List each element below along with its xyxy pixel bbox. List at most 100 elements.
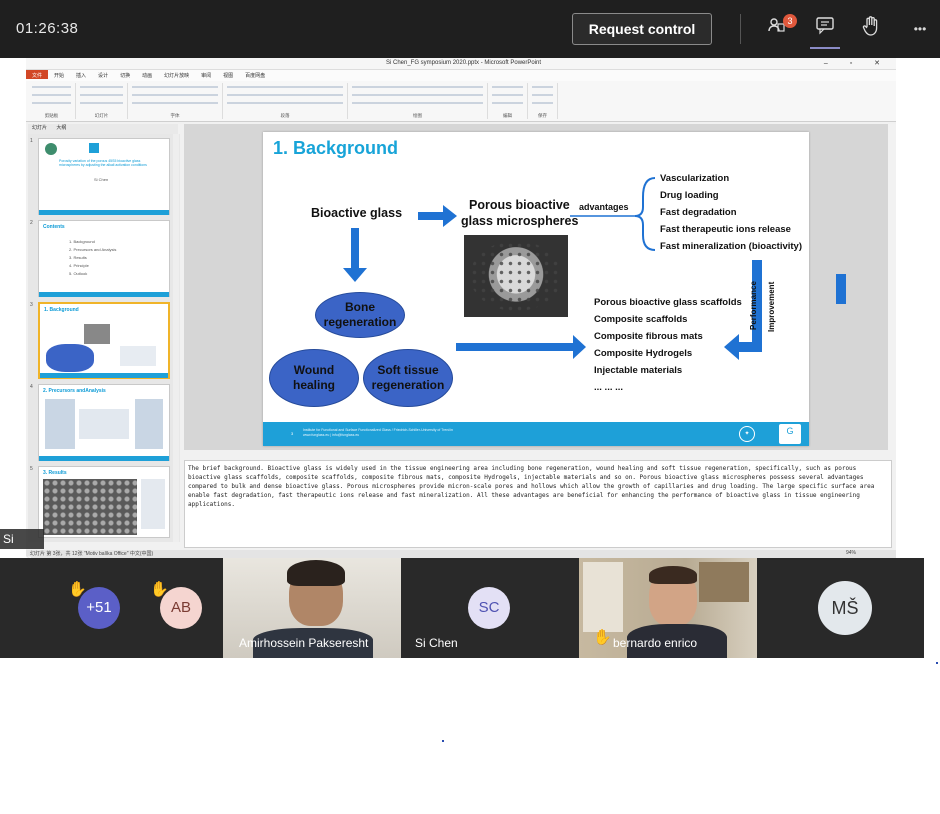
tab-design[interactable]: 设计: [92, 70, 114, 79]
window-controls: – ▫ ✕: [823, 60, 890, 67]
ribbon-group-editing[interactable]: 编辑: [488, 83, 528, 119]
tab-home[interactable]: 开始: [48, 70, 70, 79]
participant-avatar-sc[interactable]: SC: [468, 587, 510, 629]
chat-active-indicator: [810, 47, 840, 49]
tab-baidu[interactable]: 百度网盘: [239, 70, 271, 79]
request-control-button[interactable]: Request control: [572, 13, 712, 45]
speaker-notes[interactable]: The brief background. Bioactive glass is…: [184, 460, 892, 548]
application-item: Composite fibrous mats: [594, 331, 703, 342]
tab-animations[interactable]: 动画: [136, 70, 158, 79]
slide-canvas[interactable]: 1. Background Bioactive glass Porous bio…: [263, 132, 809, 446]
thumb-title: Porosity variation of the porous 45S5 bi…: [59, 159, 147, 167]
more-options-icon[interactable]: •••: [902, 15, 938, 43]
thumb-number: 4: [30, 384, 33, 390]
chat-icon[interactable]: [811, 15, 839, 43]
shared-screen: Si Chen_FG symposium 2020.pptx - Microso…: [26, 58, 896, 558]
thumb-title: Contents: [43, 224, 65, 230]
ribbon-group-drawing[interactable]: 绘图: [348, 83, 488, 119]
ribbon-group-font[interactable]: 字体: [128, 83, 223, 119]
application-item: ... ... ...: [594, 382, 624, 393]
offslide-shape[interactable]: [836, 274, 846, 304]
arrow-right-1: [418, 205, 457, 227]
thumb-item: 3. Results: [69, 255, 87, 260]
slide-thumbnail[interactable]: Contents 1. Background 2. Precursors and…: [38, 220, 170, 297]
raise-hand-icon[interactable]: [857, 15, 885, 43]
video-tile-bernardo[interactable]: ✋ bernardo enrico: [579, 558, 757, 658]
slide-thumbnail-selected[interactable]: 1. Background: [38, 302, 170, 379]
thumb-author: Si Chen: [94, 177, 109, 182]
wound-healing-ellipse: Wound healing: [269, 349, 359, 407]
footer-line2: www.funglass.eu | info@funglass.eu: [303, 433, 360, 437]
stray-dot: [936, 662, 938, 664]
raised-hand-icon: ✋: [593, 629, 612, 646]
outline-tabs: 幻灯片 大纲: [28, 124, 178, 134]
improvement-label: Improvement: [767, 281, 776, 332]
slide-thumbnail[interactable]: 2. Precursors andAnalysis: [38, 384, 170, 461]
participant-avatar-ab[interactable]: AB: [160, 587, 202, 629]
slide-thumbnails-pane: 1 Porosity variation of the porous 45S5 …: [28, 134, 180, 542]
slide-page-number: 3: [291, 431, 294, 436]
meeting-timer: 01:26:38: [16, 20, 79, 37]
thumb-number: 2: [30, 220, 33, 226]
participant-avatar-ms[interactable]: MŠ: [818, 581, 872, 635]
ribbon-group-save[interactable]: 保存: [528, 83, 558, 119]
ppt-window-title: Si Chen_FG symposium 2020.pptx - Microso…: [386, 60, 542, 66]
funglass-logo-icon: G: [779, 424, 801, 444]
ribbon-group-clipboard[interactable]: 剪贴板: [28, 83, 76, 119]
thumb-number: 5: [30, 466, 33, 472]
ppt-ribbon-tabs: 文件 开始 插入 设计 切换 动画 幻灯片放映 审阅 视图 百度网盘: [26, 70, 896, 81]
presenter-name-label: Si Chen: [0, 529, 44, 566]
thumbnails-scrollbar[interactable]: [173, 134, 179, 542]
tab-view[interactable]: 视图: [217, 70, 239, 79]
bone-line2: regeneration: [323, 315, 397, 329]
ppt-ribbon: 剪贴板 幻灯片 字体 段落 绘图 编辑 保存: [26, 81, 896, 122]
ppt-title-bar: Si Chen_FG symposium 2020.pptx - Microso…: [26, 58, 896, 70]
thumb-title: 2. Precursors andAnalysis: [43, 388, 106, 394]
meeting-top-bar: 01:26:38 Request control 3 •••: [0, 0, 940, 58]
thumb-number: 1: [30, 138, 33, 144]
footer-text: Institute for Functional and Surface Fun…: [303, 428, 453, 438]
performance-label: Performance: [749, 281, 758, 330]
editor-scrollbar[interactable]: [888, 124, 896, 450]
bone-line1: Bone: [345, 300, 375, 314]
application-item: Injectable materials: [594, 365, 683, 376]
tab-slides-pane[interactable]: 幻灯片: [28, 125, 51, 131]
slide-footer: 3 Institute for Functional and Surface F…: [263, 422, 809, 446]
footer-line1: Institute for Functional and Surface Fun…: [303, 428, 453, 432]
application-item: Porous bioactive glass scaffolds: [594, 297, 742, 308]
stray-dot: [442, 740, 444, 742]
zoom-level[interactable]: 94%: [846, 550, 856, 556]
tab-transitions[interactable]: 切换: [114, 70, 136, 79]
toolbar-divider: [740, 14, 741, 44]
overflow-participants-avatar[interactable]: +51: [78, 587, 120, 629]
tab-slideshow[interactable]: 幻灯片放映: [158, 70, 195, 79]
application-item: Composite scaffolds: [594, 314, 688, 325]
ribbon-group-slides[interactable]: 幻灯片: [76, 83, 128, 119]
ppt-status-bar: 幻灯片 第 3张，共 12张 "Motiv balíka Office" 中文(…: [26, 550, 896, 558]
tab-insert[interactable]: 插入: [70, 70, 92, 79]
thumb-item: 5. Outlook: [69, 271, 88, 276]
wound-line2: healing: [292, 378, 335, 392]
ribbon-group-paragraph[interactable]: 段落: [223, 83, 348, 119]
participant-name: bernardo enrico: [613, 636, 698, 650]
participant-name: Si Chen: [415, 636, 458, 650]
advantages-brace: [634, 177, 656, 251]
thumb-title: 1. Background: [44, 307, 79, 313]
participant-name: Amirhossein Pakseresht: [239, 636, 369, 650]
tab-file[interactable]: 文件: [26, 70, 49, 79]
slide-thumbnail[interactable]: Porosity variation of the porous 45S5 bi…: [38, 138, 170, 215]
slide-thumbnail[interactable]: 3. Results: [38, 466, 170, 538]
tab-review[interactable]: 审阅: [195, 70, 217, 79]
wound-line1: Wound: [293, 363, 335, 377]
video-tile-amirhossein[interactable]: Amirhossein Pakseresht: [223, 558, 401, 658]
thumb-title: 3. Results: [43, 470, 67, 476]
arrow-down: [343, 228, 367, 282]
application-item: Composite Hydrogels: [594, 348, 693, 359]
applications-list: Porous bioactive glass scaffolds Composi…: [594, 294, 742, 396]
thumb-item: 1. Background: [69, 239, 95, 244]
soft-line2: regeneration: [371, 378, 445, 392]
soft-tissue-ellipse: Soft tissue regeneration: [363, 349, 453, 407]
participants-count-badge: 3: [783, 14, 797, 28]
tab-outline-pane[interactable]: 大纲: [52, 125, 70, 131]
participants-strip: ✋ +51 ✋ AB Amirhossein Pakseresht SC Si …: [0, 558, 924, 658]
